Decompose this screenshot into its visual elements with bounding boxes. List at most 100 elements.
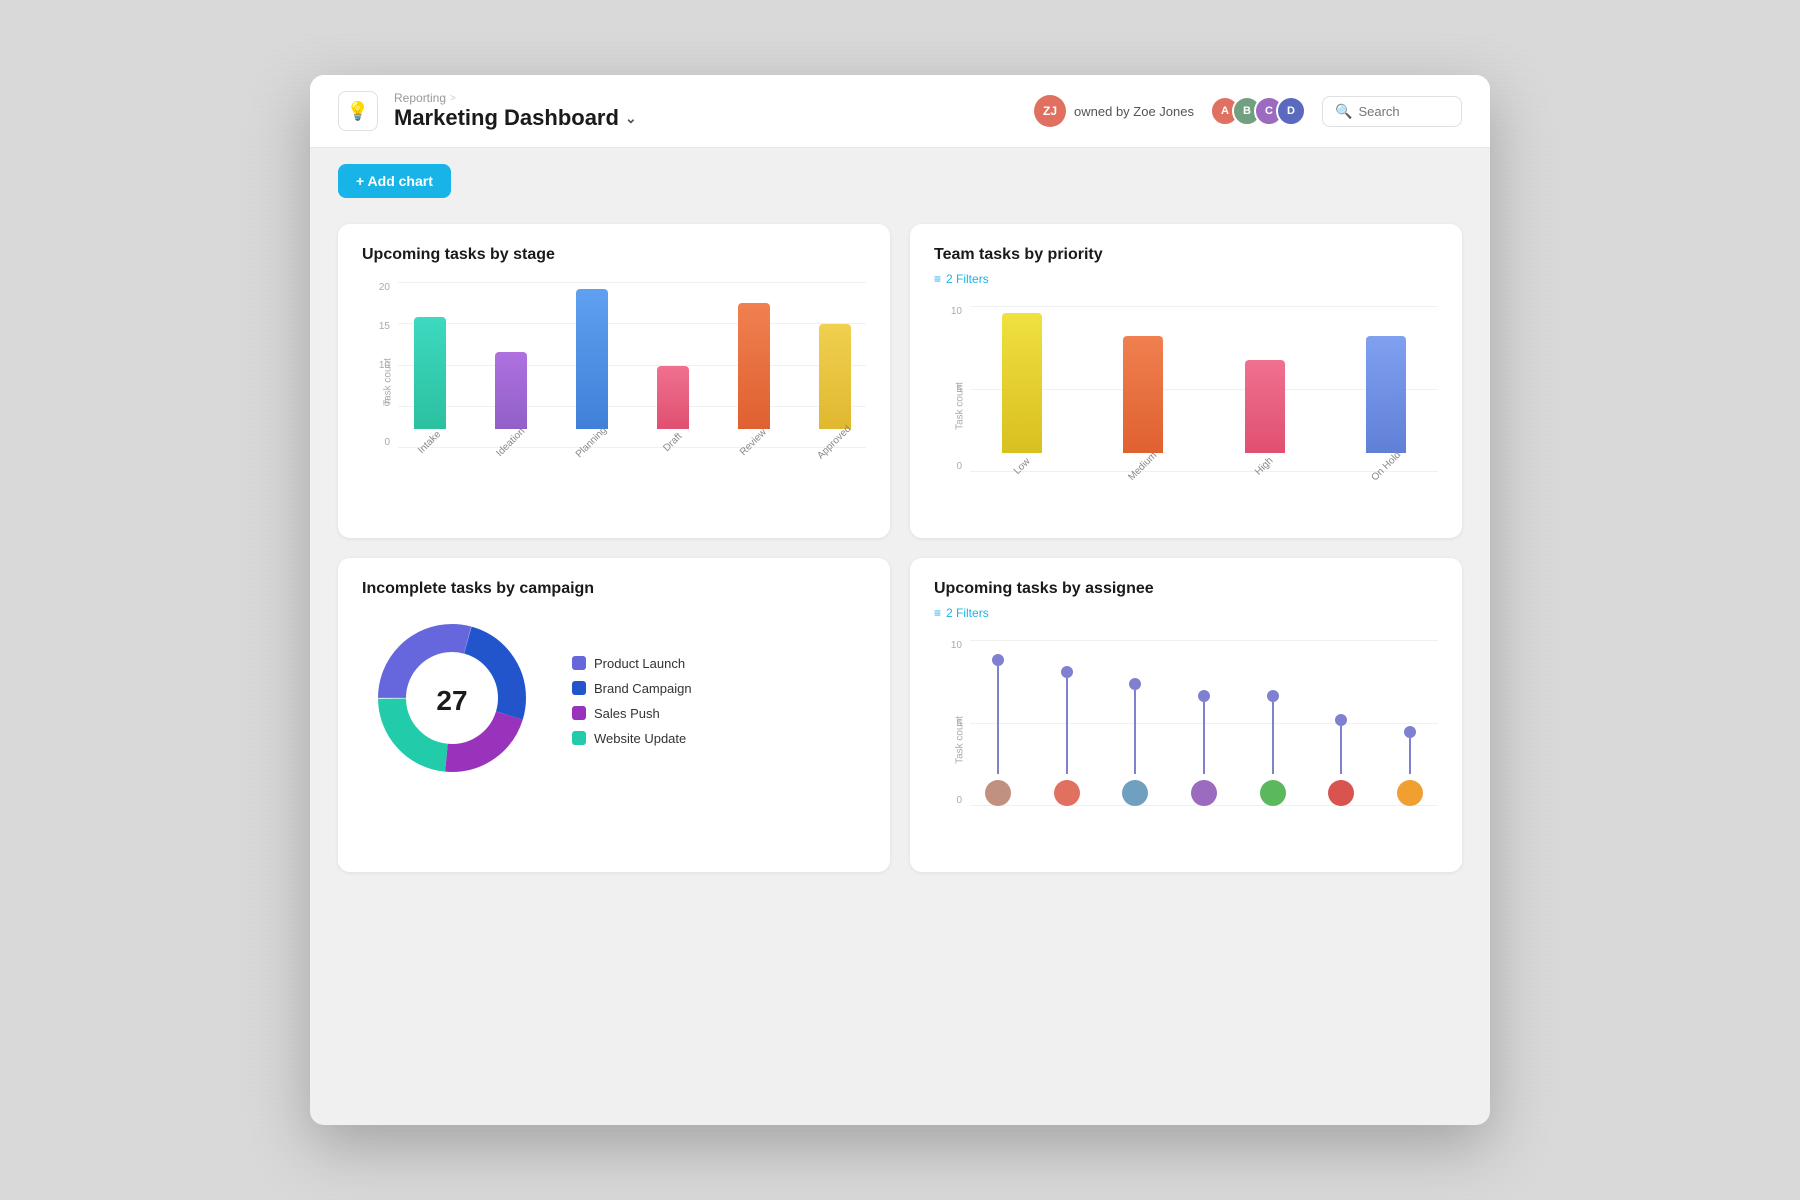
legend-color — [572, 656, 586, 670]
bar — [576, 289, 608, 429]
search-icon: 🔍 — [1335, 103, 1352, 120]
lollipop-dot — [992, 654, 1004, 666]
lollipop-container — [970, 640, 1438, 806]
bar-label: Medium — [1127, 450, 1160, 483]
filter-icon: ≡ — [934, 606, 941, 620]
bar-group: Draft — [641, 366, 704, 448]
lollipop-dot — [1061, 666, 1073, 678]
legend-color — [572, 731, 586, 745]
bar-group: Approved — [803, 324, 866, 448]
bars-container: IntakeIdeationPlanningDraftReviewApprove… — [398, 282, 866, 448]
toolbar: + Add chart — [310, 148, 1490, 214]
bar-chart: Task count 10 5 0 LowMediumHighOn Hold — [934, 296, 1438, 516]
bar-label: Approved — [815, 423, 853, 461]
chart-title: Upcoming tasks by assignee — [934, 580, 1438, 598]
bar-label: Draft — [661, 431, 684, 454]
donut-area: 27 Product Launch Brand Campaign Sales P… — [362, 608, 866, 793]
bar — [1366, 336, 1406, 453]
lollipop-dot — [1335, 714, 1347, 726]
lollipop-stick — [1272, 702, 1274, 774]
breadcrumb-sep: > — [450, 93, 456, 104]
bar-label: On Hold — [1369, 450, 1403, 484]
add-chart-button[interactable]: + Add chart — [338, 164, 451, 198]
y-axis-labels: 10 5 0 — [934, 306, 962, 472]
lollipop-dot — [1198, 690, 1210, 702]
app-window: 💡 Reporting > Marketing Dashboard ⌄ ZJ o… — [310, 75, 1490, 1125]
chart-title: Team tasks by priority — [934, 246, 1438, 264]
avatar — [985, 780, 1011, 806]
bar-label: High — [1254, 455, 1276, 477]
lollipop-stick — [997, 666, 999, 774]
bar-group: Planning — [560, 289, 623, 448]
search-input[interactable] — [1358, 104, 1458, 119]
filter-badge[interactable]: ≡ 2 Filters — [934, 606, 1438, 620]
header-right: ZJ owned by Zoe Jones A B C D 🔍 — [1034, 95, 1462, 127]
filter-icon: ≡ — [934, 272, 941, 286]
bar — [1123, 336, 1163, 453]
owner-label: owned by Zoe Jones — [1074, 104, 1194, 119]
lollipop-stick — [1340, 726, 1342, 774]
bars-container: LowMediumHighOn Hold — [970, 306, 1438, 472]
team-avatar-group: A B C D — [1210, 96, 1306, 126]
lollipop-stick — [1066, 678, 1068, 774]
bar — [414, 317, 446, 429]
owner-avatar: ZJ — [1034, 95, 1066, 127]
legend-color — [572, 681, 586, 695]
bar-label: Intake — [416, 429, 443, 456]
team-tasks-chart: Team tasks by priority ≡ 2 Filters Task … — [910, 224, 1462, 538]
y-axis-labels: 20 15 10 5 0 — [362, 282, 390, 448]
title-group: Reporting > Marketing Dashboard ⌄ — [394, 91, 637, 131]
legend-item: Brand Campaign — [572, 681, 692, 696]
bar-label: Review — [738, 427, 769, 458]
bar-group: On Hold — [1335, 336, 1439, 472]
bar — [495, 352, 527, 429]
lollipop-stick — [1409, 738, 1411, 774]
donut-center-value: 27 — [436, 685, 467, 717]
avatar — [1260, 780, 1286, 806]
bar — [657, 366, 689, 429]
lollipop-group — [1244, 690, 1301, 806]
bar — [1002, 313, 1042, 453]
lollipop-dot — [1404, 726, 1416, 738]
chart-title: Upcoming tasks by stage — [362, 246, 866, 264]
avatar — [1054, 780, 1080, 806]
y-axis-labels: 10 5 0 — [934, 640, 962, 806]
avatar — [1191, 780, 1217, 806]
lollipop-group — [1381, 726, 1438, 806]
lollipop-dot — [1129, 678, 1141, 690]
bar-label: Low — [1011, 456, 1032, 477]
bar-group: Ideation — [479, 352, 542, 448]
owner-info: ZJ owned by Zoe Jones — [1034, 95, 1194, 127]
lollipop-stick — [1203, 702, 1205, 774]
bar-group: Medium — [1092, 336, 1196, 472]
lollipop-group — [1039, 666, 1096, 806]
lollipop-stick — [1134, 690, 1136, 774]
avatar: D — [1276, 96, 1306, 126]
bar — [819, 324, 851, 429]
legend-item: Sales Push — [572, 706, 692, 721]
bar-label: Ideation — [494, 426, 527, 459]
bar-group: Intake — [398, 317, 461, 448]
incomplete-tasks-chart: Incomplete tasks by campaign 27 — [338, 558, 890, 872]
avatar — [1328, 780, 1354, 806]
lollipop-chart: Task count 10 5 0 — [934, 630, 1438, 850]
bar-group: Low — [970, 313, 1074, 472]
chevron-down-icon[interactable]: ⌄ — [625, 110, 637, 127]
upcoming-tasks-chart: Upcoming tasks by stage Task count 20 15… — [338, 224, 890, 538]
lollipop-group — [1176, 690, 1233, 806]
bar-group: High — [1213, 360, 1317, 472]
legend: Product Launch Brand Campaign Sales Push… — [572, 656, 692, 746]
legend-color — [572, 706, 586, 720]
chart-title: Incomplete tasks by campaign — [362, 580, 866, 598]
breadcrumb: Reporting > — [394, 91, 637, 105]
legend-item: Product Launch — [572, 656, 692, 671]
bar-chart: Task count 20 15 10 5 0 IntakeIdeationPl… — [362, 272, 866, 492]
charts-grid: Upcoming tasks by stage Task count 20 15… — [310, 214, 1490, 900]
bar-label: Planning — [574, 425, 609, 460]
lollipop-group — [970, 654, 1027, 806]
legend-item: Website Update — [572, 731, 692, 746]
filter-badge[interactable]: ≡ 2 Filters — [934, 272, 1438, 286]
bar — [1245, 360, 1285, 453]
search-box[interactable]: 🔍 — [1322, 96, 1462, 127]
header: 💡 Reporting > Marketing Dashboard ⌄ ZJ o… — [310, 75, 1490, 148]
